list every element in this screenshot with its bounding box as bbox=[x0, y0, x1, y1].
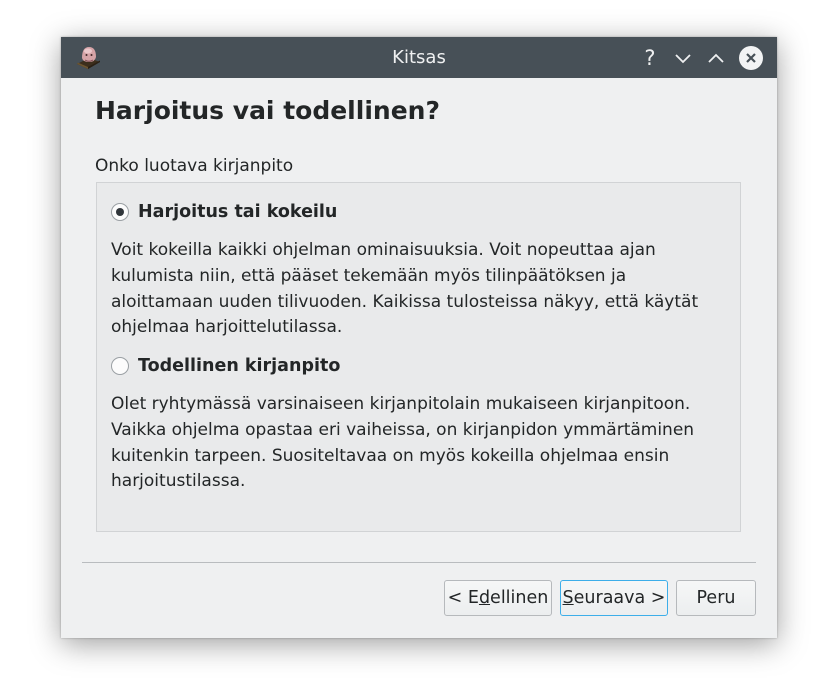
title-bar[interactable]: Kitsas ? bbox=[61, 37, 777, 78]
cancel-button[interactable]: Peru bbox=[676, 580, 756, 616]
back-button[interactable]: < Ed ellinen bbox=[444, 580, 552, 616]
wizard-window: Kitsas ? Harjoitus vai todellinen? Onko … bbox=[61, 37, 777, 638]
radio-real-label[interactable]: Todellinen kirjanpito bbox=[138, 354, 340, 378]
separator bbox=[82, 562, 756, 563]
help-icon[interactable]: ? bbox=[637, 45, 663, 71]
help-glyph: ? bbox=[644, 46, 656, 70]
bookkeeping-type-group: Harjoitus tai kokeilu Voit kokeilla kaik… bbox=[96, 182, 741, 532]
maximize-icon[interactable] bbox=[703, 45, 729, 71]
practice-description: Voit kokeilla kaikki ohjelman ominaisuuk… bbox=[111, 240, 699, 338]
close-icon[interactable] bbox=[738, 45, 764, 71]
next-button[interactable]: Seuraava > bbox=[560, 580, 668, 616]
back-label-mnemonic: d bbox=[478, 588, 491, 608]
back-label-suffix: ellinen bbox=[490, 588, 549, 608]
radio-practice-label[interactable]: Harjoitus tai kokeilu bbox=[138, 200, 337, 224]
radio-real[interactable]: Todellinen kirjanpito bbox=[111, 354, 340, 378]
next-label-suffix: euraava > bbox=[573, 588, 666, 608]
real-description: Olet ryhtymässä varsinaiseen kirjanpitol… bbox=[111, 394, 695, 492]
radio-button-unchecked[interactable] bbox=[111, 357, 129, 375]
page-title: Harjoitus vai todellinen? bbox=[95, 96, 440, 125]
next-label-mnemonic: S bbox=[562, 588, 574, 608]
back-label-prefix: < E bbox=[447, 588, 479, 608]
group-label: Onko luotava kirjanpito bbox=[95, 156, 294, 176]
minimize-icon[interactable] bbox=[670, 45, 696, 71]
radio-practice[interactable]: Harjoitus tai kokeilu bbox=[111, 200, 337, 224]
radio-button-checked[interactable] bbox=[111, 203, 129, 221]
